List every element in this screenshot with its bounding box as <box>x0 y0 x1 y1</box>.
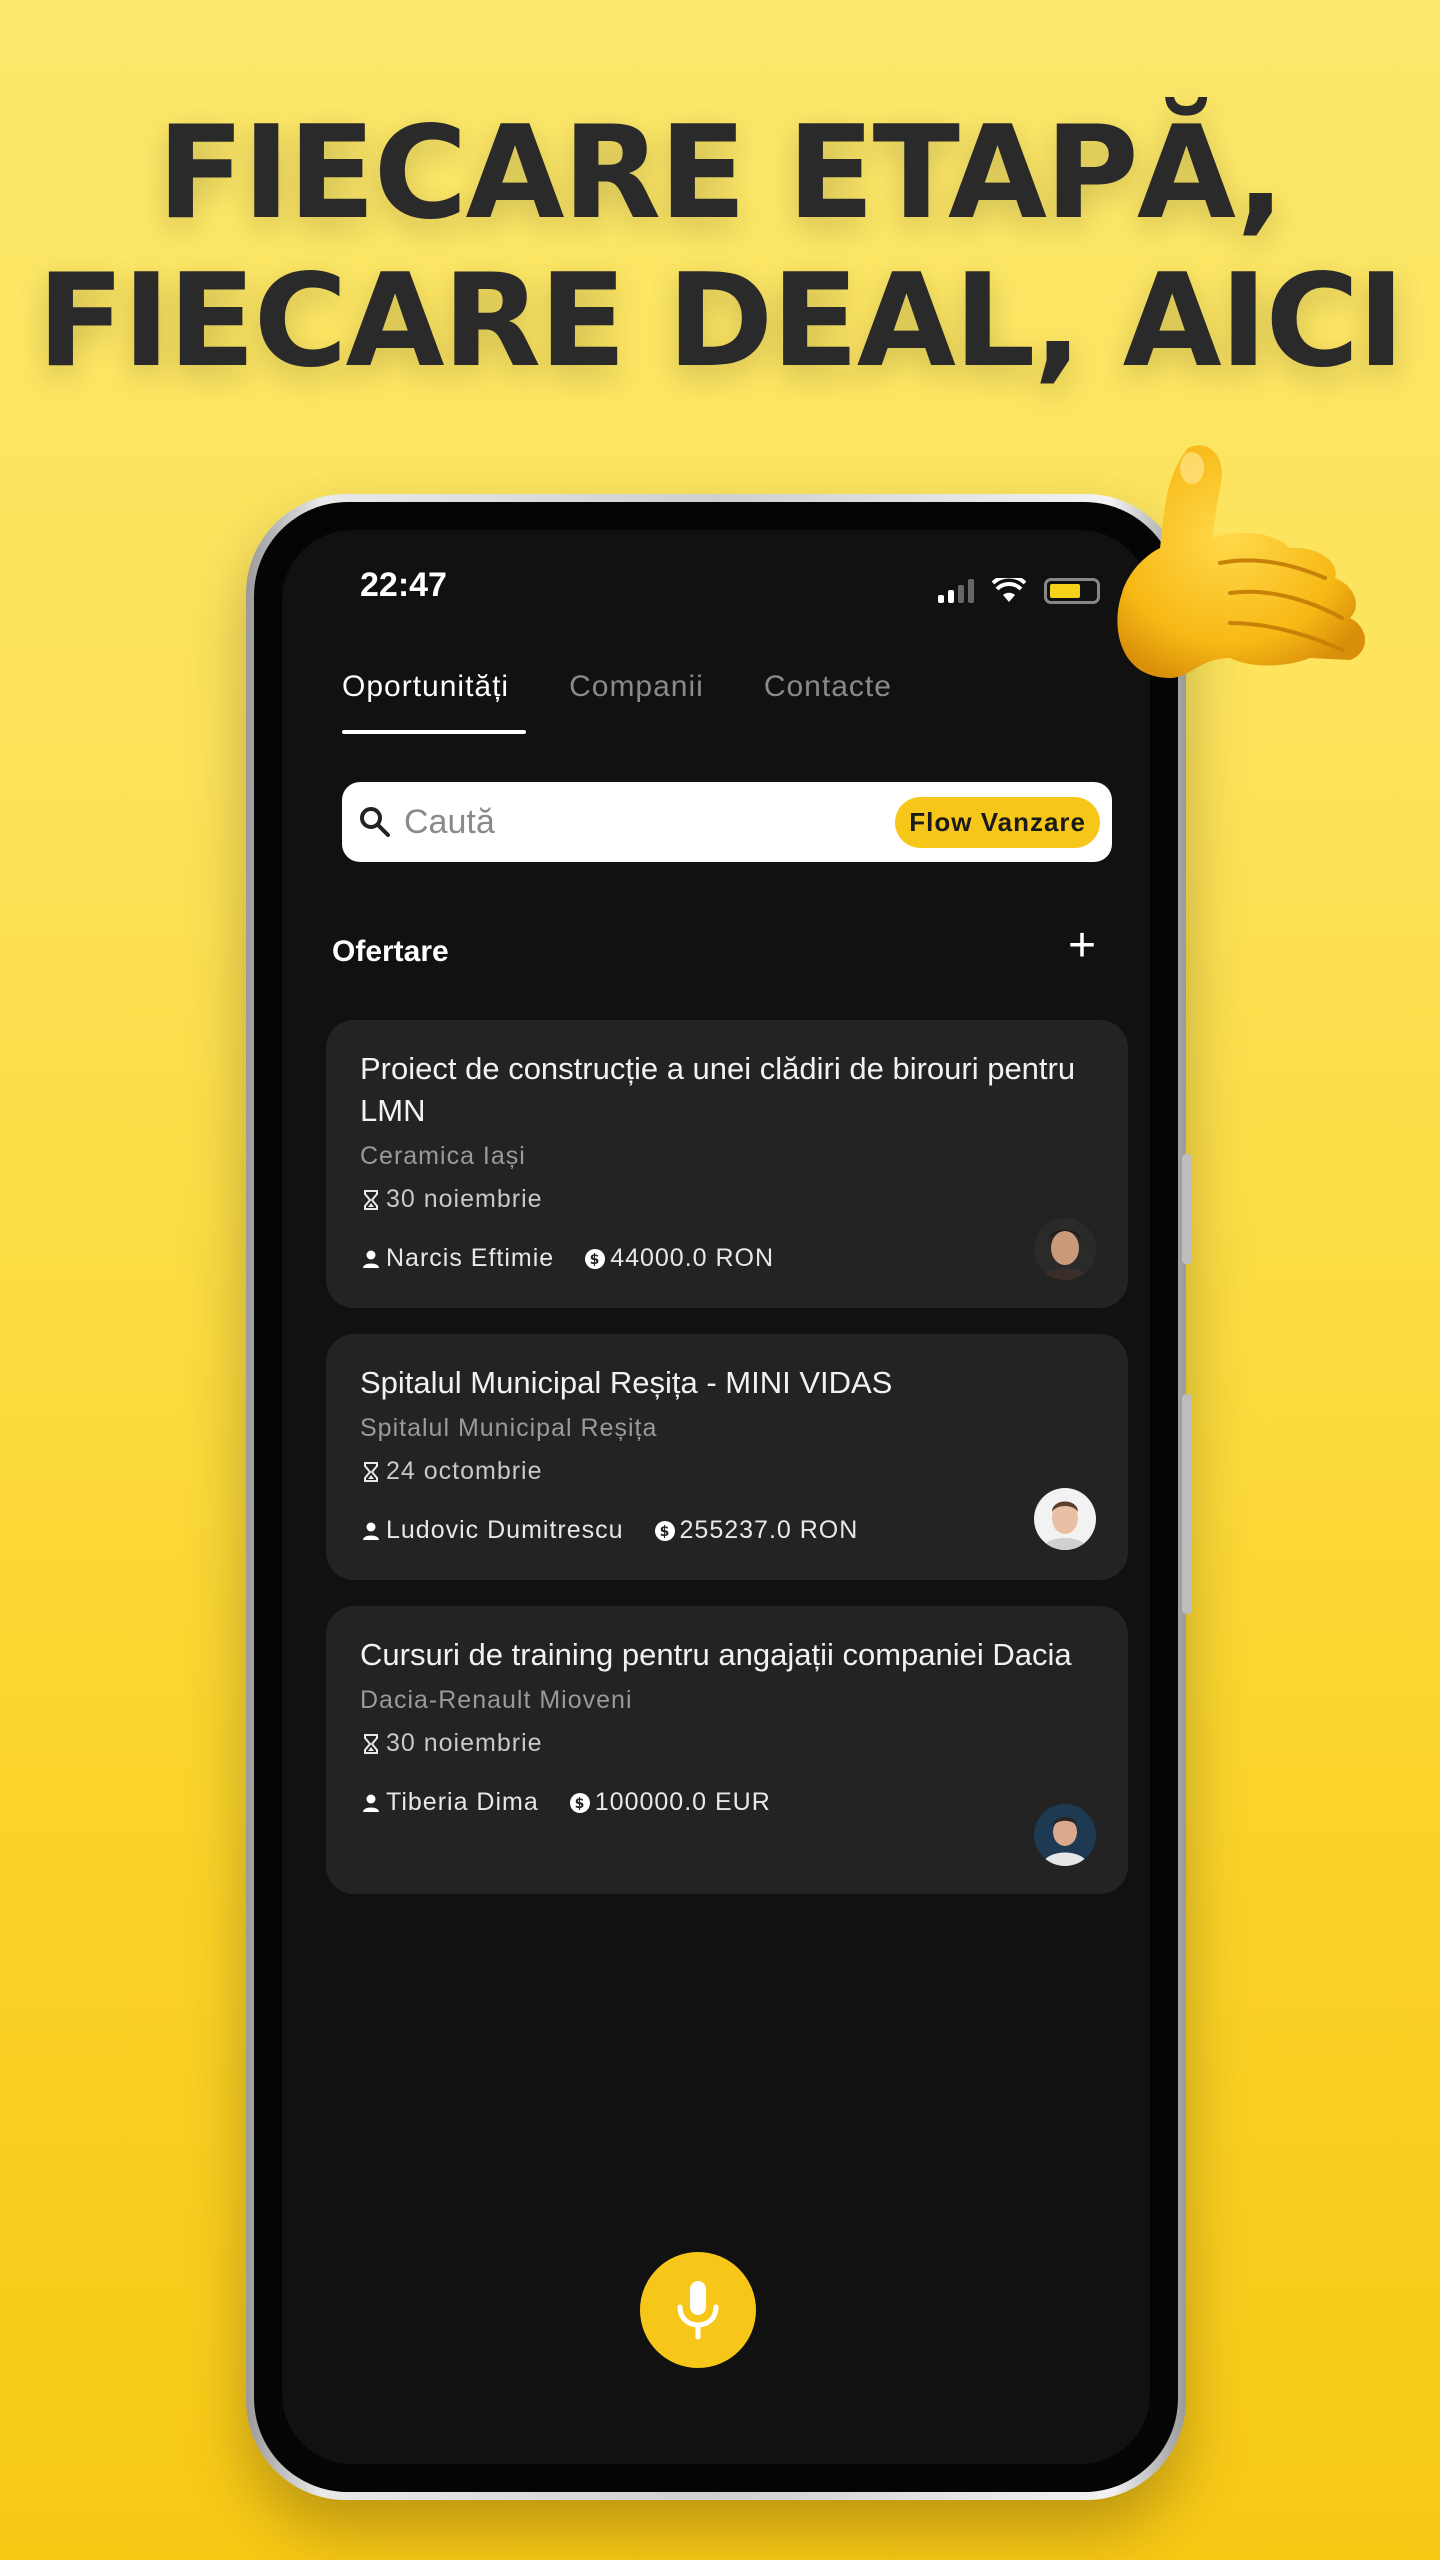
wifi-icon <box>992 578 1026 602</box>
deal-owner-name: Tiberia Dima <box>386 1788 539 1816</box>
deal-owner: Narcis Eftimie <box>360 1244 554 1273</box>
status-time: 22:47 <box>360 566 447 604</box>
deal-title: Cursuri de training pentru angajații com… <box>360 1637 1072 1672</box>
person-icon <box>363 1250 379 1268</box>
phone-body: 22:47 Oportunități Companii Contacte Cau… <box>254 502 1178 2492</box>
hourglass-icon <box>364 1461 378 1482</box>
microphone-icon <box>677 2281 719 2340</box>
volume-button <box>1182 1154 1192 1264</box>
signal-icon <box>938 579 974 603</box>
plus-icon[interactable]: + <box>1068 922 1096 970</box>
microphone-button[interactable] <box>640 2252 756 2368</box>
deal-title: Spitalul Municipal Reșița - MINI VIDAS <box>360 1365 893 1400</box>
tab-bar: Oportunități Companii Contacte <box>342 670 952 704</box>
tab-companii[interactable]: Companii <box>569 670 704 704</box>
deal-date-text: 30 noiembrie <box>386 1185 543 1213</box>
deal-owner-name: Ludovic Dumitrescu <box>386 1516 624 1544</box>
hourglass-icon <box>364 1189 378 1210</box>
deal-owner: Tiberia Dima <box>360 1788 539 1817</box>
dollar-coin-icon: $ <box>654 1520 675 1541</box>
avatar <box>1034 1218 1096 1280</box>
deal-owner: Ludovic Dumitrescu <box>360 1516 624 1545</box>
deal-amount: $ 255237.0 RON <box>654 1516 859 1545</box>
person-icon <box>363 1794 379 1812</box>
headline-line-1: FIECARE ETAPĂ, <box>157 99 1285 248</box>
deal-card[interactable]: Spitalul Municipal Reșița - MINI VIDAS S… <box>326 1334 1128 1580</box>
svg-text:$: $ <box>590 1252 601 1268</box>
deal-owner-name: Narcis Eftimie <box>386 1244 555 1272</box>
tab-contacte[interactable]: Contacte <box>764 670 892 704</box>
dollar-coin-icon: $ <box>569 1792 590 1813</box>
deal-company: Dacia-Renault Mioveni <box>360 1686 633 1714</box>
hourglass-icon <box>364 1733 378 1754</box>
deal-card[interactable]: Proiect de construcție a unei clădiri de… <box>326 1020 1128 1308</box>
deal-date: 24 octombrie <box>360 1457 1094 1486</box>
app-screen: 22:47 Oportunități Companii Contacte Cau… <box>282 530 1150 2464</box>
flow-vanzare-button[interactable]: Flow Vanzare <box>895 796 1100 848</box>
status-icons <box>938 578 1100 604</box>
deal-company: Ceramica Iași <box>360 1142 526 1170</box>
person-icon <box>363 1522 379 1540</box>
deal-amount-value: 255237.0 RON <box>679 1516 859 1544</box>
deal-date-text: 30 noiembrie <box>386 1729 543 1757</box>
deal-meta: Tiberia Dima $ 100000.0 EUR <box>360 1788 1094 1817</box>
headline: FIECARE ETAPĂ, FIECARE DEAL, AICI <box>0 100 1440 396</box>
deal-meta: Narcis Eftimie $ 44000.0 RON <box>360 1244 1094 1273</box>
deal-date: 30 noiembrie <box>360 1185 1094 1214</box>
power-button <box>1182 1394 1192 1614</box>
deal-amount: $ 44000.0 RON <box>584 1244 774 1273</box>
deal-amount: $ 100000.0 EUR <box>569 1788 771 1817</box>
deal-date-text: 24 octombrie <box>386 1457 543 1485</box>
avatar <box>1034 1488 1096 1550</box>
headline-line-2: FIECARE DEAL, AICI <box>37 247 1405 396</box>
deal-amount-value: 100000.0 EUR <box>594 1788 771 1816</box>
phone-frame: 22:47 Oportunități Companii Contacte Cau… <box>246 494 1192 2500</box>
active-tab-indicator <box>342 730 526 734</box>
call-me-hand-icon <box>1117 445 1365 678</box>
deal-card[interactable]: Cursuri de training pentru angajații com… <box>326 1606 1128 1894</box>
tab-oportunitati[interactable]: Oportunități <box>342 670 509 704</box>
deal-title: Proiect de construcție a unei clădiri de… <box>360 1051 1076 1128</box>
search-bar: Flow Vanzare <box>342 782 1112 862</box>
search-input[interactable] <box>404 802 896 842</box>
search-icon <box>360 807 390 837</box>
dollar-coin-icon: $ <box>585 1248 606 1269</box>
deal-date: 30 noiembrie <box>360 1729 1094 1758</box>
deal-company: Spitalul Municipal Reșița <box>360 1414 658 1442</box>
svg-text:$: $ <box>574 1796 585 1812</box>
deal-meta: Ludovic Dumitrescu $ 255237.0 RON <box>360 1516 1094 1545</box>
section-title: Ofertare <box>332 935 449 968</box>
svg-text:$: $ <box>659 1524 670 1540</box>
avatar <box>1034 1804 1096 1866</box>
deal-amount-value: 44000.0 RON <box>610 1244 775 1272</box>
